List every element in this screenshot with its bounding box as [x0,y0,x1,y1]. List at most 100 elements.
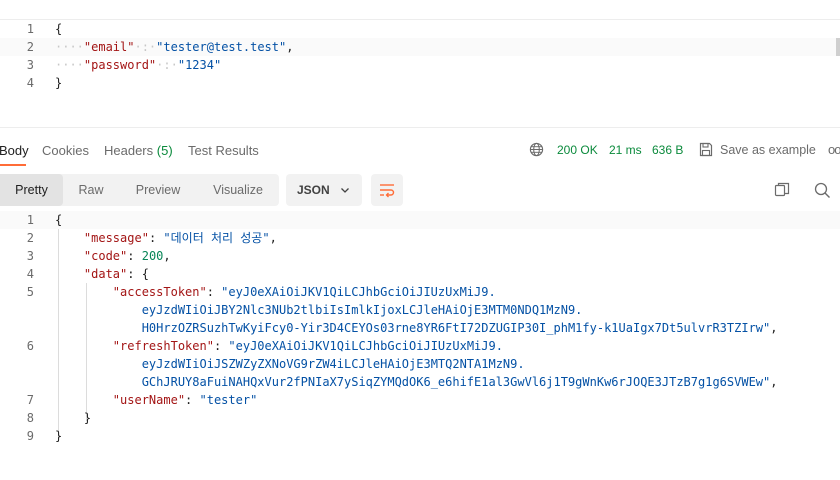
line-code: "refreshToken": "eyJ0eXAiOiJKV1QiLCJhbGc… [55,337,503,355]
view-pretty-button[interactable]: Pretty [0,174,63,206]
line-code: eyJzdWIiOiJSZWZyZXNoVG9rZW4iLCJleHAiOjE3… [55,355,525,373]
brace: { [55,22,63,36]
line-code: ····"email"·:·"tester@test.test", [55,38,293,56]
token-punct [55,285,113,299]
json-key: "password" [83,58,157,72]
token-punct: : { [127,267,149,281]
view-raw-button[interactable]: Raw [63,174,119,206]
line-number: 2 [26,231,34,245]
save-as-example-button[interactable]: Save as example [720,143,816,157]
token-punct: , [269,231,277,245]
request-line: 3 ····"password"·:·"1234" [0,56,840,74]
line-code: "data": { [55,265,149,283]
token-punct: , [770,375,778,389]
line-number: 7 [26,393,34,407]
line-number: 3 [26,249,34,263]
line-number: 4 [26,267,34,281]
globe-icon[interactable] [529,142,544,157]
line-number: 1 [26,22,34,36]
token-key: "message" [83,231,149,245]
tab-body[interactable]: Body [0,143,29,158]
token-key: "accessToken" [112,285,207,299]
tab-headers[interactable]: Headers (5) [104,143,173,158]
token-punct: , [770,321,778,335]
tab-test-results[interactable]: Test Results [188,143,259,158]
token-punct [55,303,142,317]
response-time[interactable]: 21 ms [609,143,642,157]
editor-scrollbar[interactable] [836,38,840,56]
token-punct: , [163,249,171,263]
token-str: "tester" [199,393,258,407]
format-select-value: JSON [297,183,330,197]
response-line: 6 "refreshToken": "eyJ0eXAiOiJKV1QiLCJhb… [0,337,840,355]
line-code: } [55,409,91,427]
token-punct [55,249,84,263]
request-line: 1 { [0,20,840,38]
token-punct [55,321,142,335]
token-punct: } [55,429,63,443]
token-punct: : [213,339,229,353]
token-punct: : [206,285,222,299]
separator: ·:· [134,40,157,54]
response-line: 9} [0,427,840,445]
response-line: 1{ [0,211,840,229]
pane-divider[interactable] [0,127,840,128]
token-punct [55,357,142,371]
view-preview-button[interactable]: Preview [119,174,197,206]
request-line: 4 } [0,74,840,92]
token-str: GChJRUY8aFuiNAHQxVur2fPNIaX7ySiqZYMQdOK6… [141,375,771,389]
token-punct: : [127,249,142,263]
line-code: "userName": "tester" [55,391,258,409]
response-line: GChJRUY8aFuiNAHQxVur2fPNIaX7ySiqZYMQdOK6… [0,373,840,391]
tab-cookies[interactable]: Cookies [42,143,89,158]
response-line: 8 } [0,409,840,427]
line-code: } [55,427,62,445]
response-line: 4 "data": { [0,265,840,283]
format-select[interactable]: JSON [286,174,362,206]
response-line: 5 "accessToken": "eyJ0eXAiOiJKV1QiLCJhbG… [0,283,840,301]
token-key: "data" [83,267,128,281]
whitespace-dots: ···· [55,58,84,72]
token-punct: : [148,231,164,245]
line-number: 2 [26,40,34,54]
response-line: H0HrzOZRSuzhTwKyiFcy0-Yir3D4CEYOs03rne8Y… [0,319,840,337]
token-str: eyJzdWIiOiJSZWZyZXNoVG9rZW4iLCJleHAiOjE3… [141,357,525,371]
token-str: "데이터 처리 성공" [163,231,270,245]
line-code: "accessToken": "eyJ0eXAiOiJKV1QiLCJhbGci… [55,283,496,301]
line-code: { [55,20,62,38]
status-code[interactable]: 200 OK [557,143,598,157]
view-visualize-button[interactable]: Visualize [197,174,279,206]
headers-count: (5) [156,143,173,158]
json-value: "1234" [177,58,222,72]
token-punct [55,411,84,425]
separator: ·:· [156,58,178,72]
json-key: "email" [83,40,135,54]
wrap-lines-icon [380,184,395,198]
token-key: "userName" [112,393,186,407]
line-code: GChJRUY8aFuiNAHQxVur2fPNIaX7ySiqZYMQdOK6… [55,373,778,391]
line-number: 3 [26,58,34,72]
save-icon[interactable] [699,142,713,157]
search-icon[interactable] [814,182,831,199]
token-num: 200 [141,249,164,263]
comma: , [286,40,294,54]
token-punct [55,267,84,281]
response-body-viewer[interactable]: 1{2 "message": "데이터 처리 성공", 3 "code": 200… [0,210,840,480]
line-number: 4 [26,76,34,90]
line-number: 1 [26,213,34,227]
more-options-icon[interactable]: oo [828,142,840,157]
token-punct: } [83,411,92,425]
response-line: eyJzdWIiOiJBY2Nlc3NUb2tlbiIsImlkIjoxLCJl… [0,301,840,319]
copy-icon[interactable] [774,182,790,198]
token-key: "code" [83,249,128,263]
token-punct: : [185,393,200,407]
line-code: ····"password"·:·"1234" [55,56,221,74]
request-line: 2 ····"email"·:·"tester@test.test", [0,38,840,56]
line-number: 5 [26,285,34,299]
line-code: H0HrzOZRSuzhTwKyiFcy0-Yir3D4CEYOs03rne8Y… [55,319,778,337]
view-mode-selector: Pretty Raw Preview Visualize [0,174,279,206]
token-punct: { [55,213,63,227]
wrap-lines-button[interactable] [371,174,403,206]
token-punct [55,339,113,353]
response-size[interactable]: 636 B [652,143,683,157]
